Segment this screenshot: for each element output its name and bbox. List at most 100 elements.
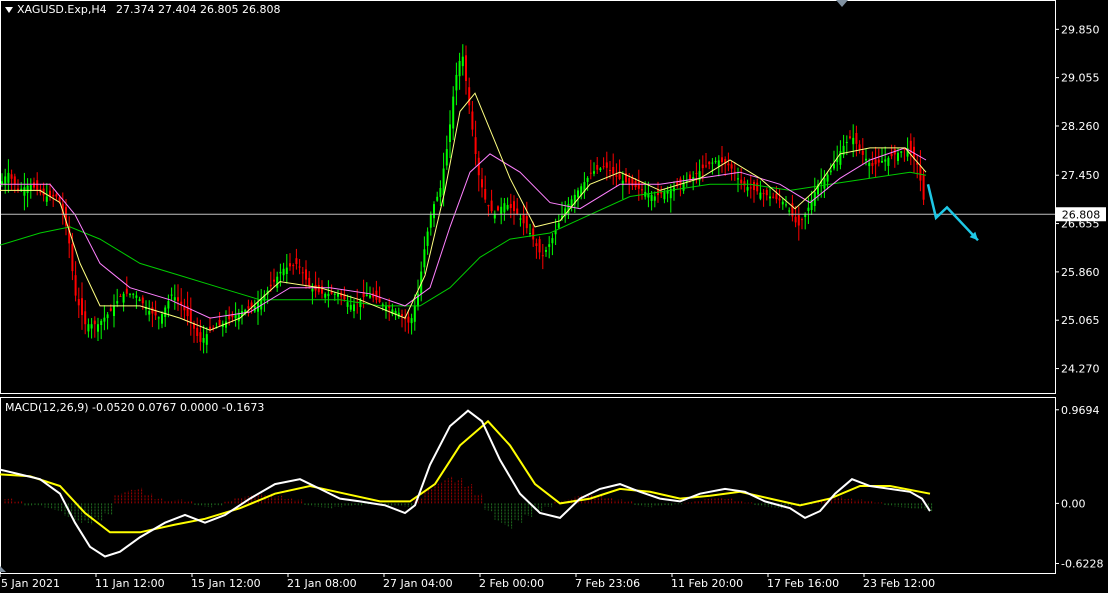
candle-body: [324, 293, 327, 298]
shift-marker-icon[interactable]: [836, 0, 848, 7]
candle-body: [641, 189, 643, 191]
macd-tick-label: 0.00: [1061, 497, 1086, 510]
candle-body: [410, 318, 413, 324]
candle-body: [289, 263, 291, 267]
candle-body: [833, 164, 835, 169]
candle-body: [897, 152, 899, 161]
candle-body: [349, 304, 352, 310]
candle-body: [471, 111, 474, 130]
macd-lines: [0, 409, 931, 558]
candle-body: [305, 269, 307, 280]
price-tick-label: 29.055: [1061, 72, 1100, 85]
candle-body: [327, 293, 330, 297]
candle-body: [807, 207, 810, 211]
price-panel[interactable]: 29.85029.05528.26027.45026.65525.86025.0…: [0, 0, 1106, 394]
time-tick-label: 5 Jan 2021: [1, 577, 60, 590]
candle-body: [628, 178, 631, 184]
candle-body: [599, 168, 602, 171]
time-axis: 5 Jan 2021 11 Jan 12:00 15 Jan 12:00 21 Jan…: [0, 573, 935, 590]
dropdown-icon[interactable]: [5, 7, 13, 13]
candle-body: [490, 200, 493, 212]
candle-body: [868, 162, 871, 167]
macd-histogram: [4, 476, 933, 529]
macd-tick-label: 0.9694: [1061, 404, 1100, 417]
candle-body: [596, 165, 599, 170]
candle-body: [785, 204, 787, 206]
candle-body: [538, 239, 541, 253]
candle-body: [919, 165, 922, 181]
candle-body: [541, 255, 544, 257]
macd-line: [0, 409, 931, 558]
candle-body: [125, 288, 128, 294]
candle-body: [10, 174, 13, 179]
candle-body: [516, 208, 519, 214]
candle-body: [855, 133, 858, 144]
candle-body: [778, 198, 781, 201]
candle-body: [269, 284, 272, 287]
candle-body: [157, 317, 160, 319]
candle-body: [353, 304, 355, 312]
candle-body: [618, 173, 621, 179]
candle-body: [445, 149, 448, 166]
candle-body: [881, 161, 883, 163]
candle-body: [900, 151, 903, 153]
candle-body: [497, 206, 499, 211]
price-tick-label: 27.450: [1061, 169, 1100, 182]
price-tick-label: 25.860: [1061, 266, 1100, 279]
candle-body: [506, 205, 509, 210]
candle-body: [413, 305, 416, 322]
candle-body: [234, 315, 237, 319]
ma-mid-line: [0, 147, 927, 319]
candle-body: [845, 142, 848, 143]
candle-body: [509, 204, 512, 208]
macd-panel[interactable]: 0.9694 0.00 -0.6228: [0, 397, 1103, 574]
candle-body: [301, 272, 304, 274]
candle-body: [695, 173, 698, 175]
candle-body: [132, 293, 135, 295]
time-tick-label: 27 Jan 04:00: [383, 577, 453, 590]
forecast-line: [926, 184, 979, 242]
candle-body: [858, 144, 861, 150]
candle-body: [474, 137, 477, 154]
candle-body: [605, 162, 608, 168]
candle-body: [295, 258, 298, 264]
candle-body: [365, 294, 368, 297]
candle-body: [33, 182, 35, 188]
candle-body: [650, 194, 653, 201]
candle-body: [522, 214, 525, 224]
candle-body: [468, 87, 471, 106]
forecast-arrow: [926, 184, 979, 242]
candle-body: [452, 96, 455, 129]
candle-body: [317, 285, 320, 293]
candle-body: [861, 150, 864, 155]
candle-body: [922, 175, 925, 200]
candle-body: [762, 193, 765, 195]
candle-body: [586, 177, 589, 182]
candle-body: [749, 187, 752, 189]
candle-body: [141, 297, 144, 304]
candle-body: [481, 179, 483, 188]
candle-body: [794, 216, 797, 223]
candle-body: [551, 238, 554, 244]
candle-body: [705, 165, 707, 167]
candle-body: [103, 317, 106, 322]
candle-body: [196, 327, 199, 336]
candle-body: [74, 275, 77, 296]
candle-body: [829, 170, 832, 173]
chart-canvas[interactable]: 29.85029.05528.26027.45026.65525.86025.0…: [0, 0, 1108, 593]
candle-body: [109, 308, 112, 311]
candle-body: [589, 172, 592, 174]
candle-body: [433, 204, 435, 219]
candle-body: [711, 162, 714, 164]
macd-label: MACD(12,26,9): [5, 401, 89, 414]
candle-body: [637, 181, 640, 189]
candle-body: [567, 203, 570, 214]
candle-body: [228, 315, 231, 320]
time-tick-label: 15 Jan 12:00: [191, 577, 261, 590]
candle-body: [285, 267, 288, 274]
ma-fast-line: [0, 92, 927, 331]
moving-averages-layer: [0, 92, 927, 331]
candle-body: [106, 314, 109, 319]
candle-body: [407, 316, 410, 323]
candle-body: [609, 170, 611, 171]
